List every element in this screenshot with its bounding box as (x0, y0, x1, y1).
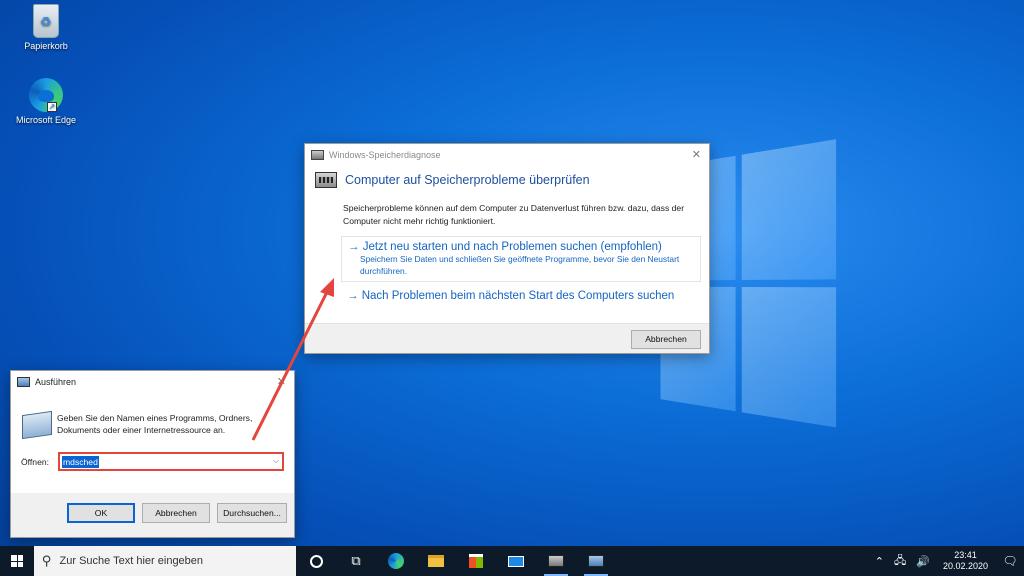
cortana-button[interactable] (296, 546, 336, 576)
run-dialog: Ausführen ✕ Geben Sie den Namen eines Pr… (10, 370, 295, 538)
restart-now-title: → Jetzt neu starten und nach Problemen s… (348, 241, 662, 253)
recycle-bin-icon (33, 4, 59, 38)
check-next-start-title: → Nach Problemen beim nächsten Start des… (347, 290, 675, 302)
taskbar-memory-diagnostic[interactable] (536, 546, 576, 576)
volume-icon[interactable]: 🔊 (916, 555, 930, 568)
taskbar-run[interactable] (576, 546, 616, 576)
cortana-icon (309, 554, 323, 568)
check-next-start-option[interactable]: → Nach Problemen beim nächsten Start des… (341, 286, 701, 306)
memory-diagnostic-footer: Abbrechen (305, 323, 709, 353)
open-label: Öffnen: (21, 457, 50, 467)
run-description: Geben Sie den Namen eines Programms, Ord… (57, 413, 253, 435)
clock-date: 20.02.2020 (942, 561, 988, 571)
desktop-icon-microsoft-edge[interactable]: ↗ Microsoft Edge (11, 78, 81, 125)
search-box[interactable]: ⚲ Zur Suche Text hier eingeben (34, 546, 296, 576)
memory-diagnostic-description: Speicherprobleme können auf dem Computer… (343, 203, 685, 226)
mail-icon (508, 555, 524, 567)
notification-icon[interactable]: 🗨 (996, 546, 1024, 576)
memory-diagnostic-dialog: Windows-Speicherdiagnose ✕ Computer auf … (304, 143, 710, 354)
chevron-up-icon[interactable]: ⌃ (875, 555, 884, 568)
browse-button[interactable]: Durchsuchen... (217, 503, 287, 523)
run-footer: OK Abbrechen Durchsuchen... (11, 493, 294, 537)
start-button[interactable] (0, 546, 34, 576)
task-view-icon: ⧉ (351, 553, 361, 568)
clock[interactable]: 23:41 20.02.2020 (943, 550, 988, 572)
taskbar-store[interactable] (456, 546, 496, 576)
folder-icon (428, 555, 444, 567)
restart-now-description: Speichern Sie Daten und schließen Sie ge… (360, 254, 680, 276)
memory-diagnostic-title: Windows-Speicherdiagnose (329, 150, 441, 160)
shortcut-arrow-icon: ↗ (47, 102, 57, 112)
restart-now-option[interactable]: → Jetzt neu starten und nach Problemen s… (341, 236, 701, 282)
clock-time: 23:41 (954, 550, 977, 560)
windows-logo-icon (11, 555, 23, 567)
store-icon (469, 554, 483, 568)
search-placeholder: Zur Suche Text hier eingeben (59, 555, 204, 567)
memory-chip-icon (548, 555, 564, 567)
run-icon (17, 377, 30, 387)
desktop-icon-label: Microsoft Edge (15, 115, 77, 125)
memory-chip-icon (311, 150, 324, 160)
run-program-icon (22, 410, 52, 440)
network-icon[interactable]: 🖧 (894, 552, 906, 571)
system-tray: ⌃ 🖧 🔊 23:41 20.02.2020 🗨 (870, 546, 1024, 576)
taskbar: ⚲ Zur Suche Text hier eingeben ⧉ ⌃ 🖧 🔊 2… (0, 546, 1024, 576)
memory-diagnostic-heading: Computer auf Speicherprobleme überprüfen (345, 173, 590, 187)
desktop-icon-label: Papierkorb (24, 41, 68, 51)
close-icon[interactable]: ✕ (277, 375, 286, 388)
open-input-value[interactable]: mdsched (62, 456, 99, 468)
run-titlebar[interactable]: Ausführen (11, 371, 294, 393)
open-input[interactable]: mdsched ⌵ (58, 452, 284, 471)
run-title: Ausführen (35, 377, 77, 387)
taskbar-edge[interactable] (376, 546, 416, 576)
close-icon[interactable]: ✕ (692, 148, 701, 161)
run-icon (588, 555, 604, 567)
memory-chip-icon (315, 172, 337, 188)
desktop-icon-recycle-bin[interactable]: Papierkorb (11, 4, 81, 51)
taskbar-file-explorer[interactable] (416, 546, 456, 576)
chevron-down-icon[interactable]: ⌵ (273, 456, 279, 466)
cancel-button[interactable]: Abbrechen (631, 330, 701, 349)
taskbar-mail[interactable] (496, 546, 536, 576)
cancel-button[interactable]: Abbrechen (142, 503, 210, 523)
task-view-button[interactable]: ⧉ (336, 546, 376, 576)
memory-diagnostic-titlebar[interactable]: Windows-Speicherdiagnose (305, 144, 709, 166)
ok-button[interactable]: OK (67, 503, 135, 523)
edge-icon (388, 553, 404, 569)
edge-icon: ↗ (29, 78, 63, 112)
search-icon: ⚲ (42, 553, 52, 568)
